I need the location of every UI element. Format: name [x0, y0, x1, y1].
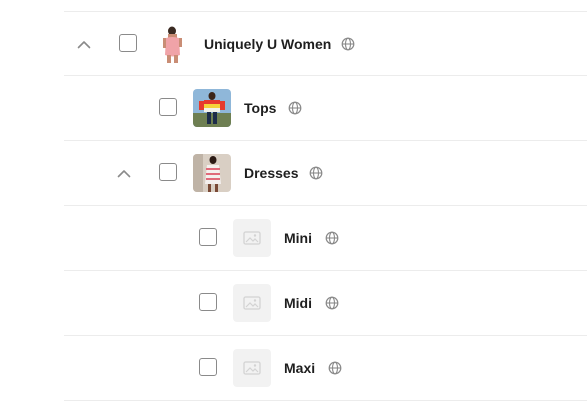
collection-thumbnail [193, 89, 231, 127]
collapse-chevron-up-icon[interactable] [114, 163, 134, 183]
globe-icon [288, 101, 302, 115]
globe-icon [328, 361, 342, 375]
collection-label: Tops [244, 100, 277, 116]
image-placeholder [233, 284, 271, 322]
globe-icon [309, 166, 323, 180]
tree-row-mini[interactable]: Mini [64, 206, 587, 271]
collection-label: Uniquely U Women [204, 36, 332, 52]
collection-thumbnail [193, 154, 231, 192]
select-checkbox[interactable] [159, 163, 177, 181]
select-checkbox[interactable] [199, 358, 217, 376]
tree-row-uniquely-u-women[interactable]: Uniquely U Women [64, 11, 587, 76]
tree-row-maxi[interactable]: Maxi [64, 336, 587, 401]
select-checkbox[interactable] [119, 34, 137, 52]
collection-label: Maxi [284, 360, 316, 376]
select-checkbox[interactable] [199, 293, 217, 311]
image-placeholder [233, 349, 271, 387]
collection-label: Midi [284, 295, 312, 311]
tree-row-dresses[interactable]: Dresses [64, 141, 587, 206]
image-placeholder [233, 219, 271, 257]
select-checkbox[interactable] [159, 98, 177, 116]
tree-row-tops[interactable]: Tops [64, 76, 587, 141]
select-checkbox[interactable] [199, 228, 217, 246]
globe-icon [325, 231, 339, 245]
image-placeholder-icon [243, 361, 261, 375]
globe-icon [341, 37, 355, 51]
collection-label: Dresses [244, 165, 299, 181]
collection-thumbnail [155, 25, 193, 63]
collection-label: Mini [284, 230, 312, 246]
collapse-chevron-up-icon[interactable] [74, 34, 94, 54]
image-placeholder-icon [243, 231, 261, 245]
image-placeholder-icon [243, 296, 261, 310]
tree-row-midi[interactable]: Midi [64, 271, 587, 336]
globe-icon [325, 296, 339, 310]
collection-tree: Uniquely U Women Tops Dresses Mini Midi … [0, 0, 587, 405]
